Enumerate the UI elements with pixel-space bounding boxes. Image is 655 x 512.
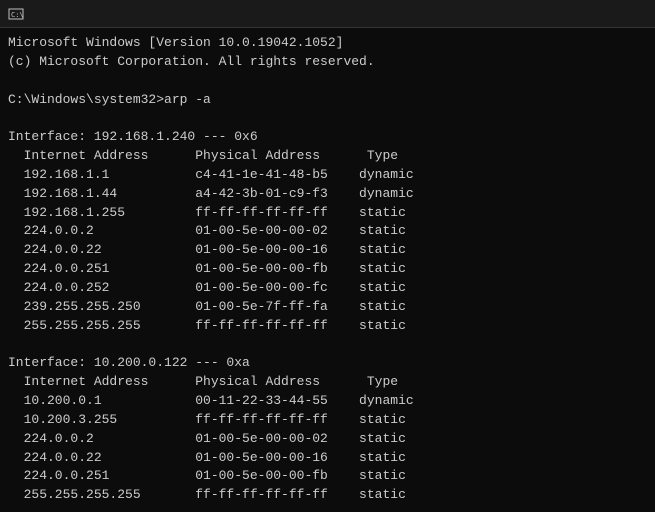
terminal-line: 224.0.0.251 01-00-5e-00-00-fb static	[8, 260, 647, 279]
terminal-line: 224.0.0.251 01-00-5e-00-00-fb static	[8, 467, 647, 486]
maximize-button[interactable]	[557, 0, 601, 28]
terminal-line: C:\Windows\system32>arp -a	[8, 91, 647, 110]
terminal-output: Microsoft Windows [Version 10.0.19042.10…	[8, 34, 647, 512]
terminal-line: 224.0.0.252 01-00-5e-00-00-fc static	[8, 279, 647, 298]
empty-line	[8, 72, 647, 91]
terminal-line: 10.200.0.1 00-11-22-33-44-55 dynamic	[8, 392, 647, 411]
terminal-line: 255.255.255.255 ff-ff-ff-ff-ff-ff static	[8, 317, 647, 336]
title-bar-left: C:\	[8, 6, 30, 22]
terminal-line: 224.0.0.2 01-00-5e-00-00-02 static	[8, 430, 647, 449]
close-button[interactable]	[603, 0, 647, 28]
terminal-line: Interface: 10.200.0.122 --- 0xa	[8, 354, 647, 373]
terminal-line: Internet Address Physical Address Type	[8, 147, 647, 166]
terminal-line: 255.255.255.255 ff-ff-ff-ff-ff-ff static	[8, 486, 647, 505]
terminal-line: Interface: 192.168.1.240 --- 0x6	[8, 128, 647, 147]
terminal-line: 192.168.1.44 a4-42-3b-01-c9-f3 dynamic	[8, 185, 647, 204]
minimize-button[interactable]	[511, 0, 555, 28]
terminal-window[interactable]: Microsoft Windows [Version 10.0.19042.10…	[0, 28, 655, 512]
terminal-line: Internet Address Physical Address Type	[8, 373, 647, 392]
terminal-line: 10.200.3.255 ff-ff-ff-ff-ff-ff static	[8, 411, 647, 430]
app-icon: C:\	[8, 6, 24, 22]
terminal-line: Microsoft Windows [Version 10.0.19042.10…	[8, 34, 647, 53]
empty-line	[8, 109, 647, 128]
svg-text:C:\: C:\	[11, 11, 24, 19]
terminal-line: 192.168.1.1 c4-41-1e-41-48-b5 dynamic	[8, 166, 647, 185]
terminal-line: 224.0.0.2 01-00-5e-00-00-02 static	[8, 222, 647, 241]
empty-line	[8, 505, 647, 512]
terminal-line: 239.255.255.250 01-00-5e-7f-ff-fa static	[8, 298, 647, 317]
empty-line	[8, 336, 647, 355]
terminal-line: (c) Microsoft Corporation. All rights re…	[8, 53, 647, 72]
terminal-line: 192.168.1.255 ff-ff-ff-ff-ff-ff static	[8, 204, 647, 223]
window-controls	[511, 0, 647, 28]
title-bar: C:\	[0, 0, 655, 28]
terminal-line: 224.0.0.22 01-00-5e-00-00-16 static	[8, 449, 647, 468]
terminal-line: 224.0.0.22 01-00-5e-00-00-16 static	[8, 241, 647, 260]
